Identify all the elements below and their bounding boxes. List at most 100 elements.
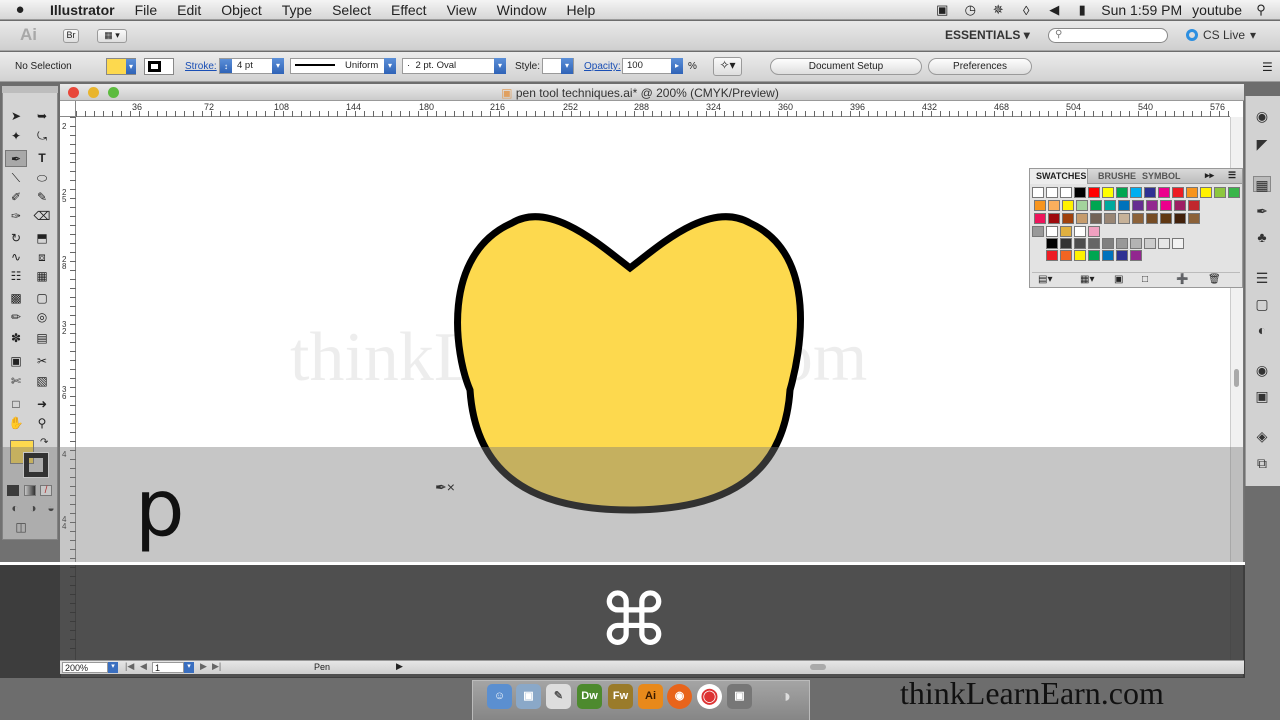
last-page-icon[interactable]: ▶| — [212, 661, 221, 672]
color-swatch[interactable] — [1088, 187, 1100, 198]
preview-icon[interactable]: ▣ — [516, 684, 541, 709]
variable-width-profile[interactable]: Uniform — [290, 58, 396, 74]
color-swatch[interactable] — [1174, 200, 1186, 211]
chevron-down-icon[interactable]: ▾ — [184, 662, 194, 673]
column-graph-tool-icon[interactable]: ▤ — [31, 330, 53, 347]
transparency-panel-icon[interactable]: ◐ — [1253, 322, 1271, 338]
rotate-tool-icon[interactable]: ↻ — [5, 230, 27, 247]
menu-select[interactable]: Select — [322, 2, 381, 18]
color-swatch[interactable] — [1130, 187, 1142, 198]
camera-icon[interactable]: ▣ — [933, 2, 951, 18]
gray-swatch[interactable] — [1046, 238, 1058, 249]
color-swatch[interactable] — [1160, 213, 1172, 224]
knife-tool-icon[interactable]: ▧ — [31, 373, 53, 390]
bright-swatch[interactable] — [1060, 250, 1072, 261]
paintbrush-tool-icon[interactable]: ✐ — [5, 189, 27, 206]
delete-swatch-icon[interactable]: 🗑 — [1208, 274, 1221, 285]
color-swatch[interactable] — [1228, 187, 1240, 198]
bright-swatch[interactable] — [1088, 250, 1100, 261]
color-swatch[interactable] — [1090, 200, 1102, 211]
slice-tool-icon[interactable]: ✂ — [31, 353, 53, 370]
slice-tool-icon-2[interactable]: ➜ — [31, 396, 53, 413]
firefox-icon[interactable]: ◉ — [667, 684, 692, 709]
battery-icon[interactable]: ▮ — [1073, 2, 1091, 18]
recolor-artwork-button[interactable]: ✧▾ — [713, 57, 742, 76]
swatch-white[interactable] — [1060, 187, 1072, 198]
clock[interactable]: Sun 1:59 PM — [1101, 2, 1182, 18]
type-tool-icon[interactable]: T — [31, 150, 53, 167]
tab-brushes[interactable]: BRUSHE — [1098, 171, 1136, 181]
gray-swatch[interactable] — [1074, 238, 1086, 249]
bridge-button[interactable]: Br — [63, 29, 79, 43]
color-swatch[interactable] — [1146, 200, 1158, 211]
bright-swatch[interactable] — [1116, 250, 1128, 261]
blob-brush-tool-icon[interactable]: ✑ — [5, 208, 27, 225]
finder-icon[interactable]: ☺ — [487, 684, 512, 709]
artboard-field[interactable]: 1 — [152, 662, 184, 673]
zoom-field[interactable]: 200% — [62, 662, 108, 673]
horizontal-ruler[interactable]: 36 72 108 144 180 216 252 288 324 360 39… — [76, 101, 1230, 117]
color-swatch[interactable] — [1214, 187, 1226, 198]
stroke-link[interactable]: Stroke: — [185, 61, 217, 72]
gray-swatch[interactable] — [1088, 238, 1100, 249]
color-swatch[interactable] — [1090, 213, 1102, 224]
spotlight-icon[interactable]: ⚲ — [1252, 2, 1270, 18]
fireworks-icon[interactable]: Fw — [608, 684, 633, 709]
apple-icon[interactable]: ● — [0, 1, 40, 18]
color-swatch[interactable] — [1076, 213, 1088, 224]
hand-tool-icon[interactable]: ✋ — [5, 415, 27, 432]
search-input[interactable]: ⚲ — [1048, 28, 1168, 43]
pattern-swatch[interactable] — [1060, 226, 1072, 237]
menu-help[interactable]: Help — [556, 2, 605, 18]
gray-swatch[interactable] — [1144, 238, 1156, 249]
bluetooth-icon[interactable]: ✵ — [989, 2, 1007, 18]
menu-effect[interactable]: Effect — [381, 2, 437, 18]
document-setup-button[interactable]: Document Setup — [770, 58, 922, 75]
color-swatch[interactable] — [1104, 213, 1116, 224]
gray-swatch[interactable] — [1102, 238, 1114, 249]
new-color-group-icon[interactable]: □ — [1142, 274, 1148, 285]
color-swatch[interactable] — [1188, 200, 1200, 211]
selection-tool-icon[interactable]: ➤ — [5, 108, 27, 125]
layers-panel-icon[interactable]: ◈ — [1253, 428, 1271, 444]
symbol-sprayer-tool-icon[interactable]: ✽ — [5, 330, 27, 347]
color-swatch[interactable] — [1200, 187, 1212, 198]
menu-edit[interactable]: Edit — [167, 2, 211, 18]
stepper-icon[interactable]: ↕ — [220, 59, 232, 73]
status-menu-icon[interactable]: ▶ — [396, 661, 403, 672]
horizontal-scroll-thumb[interactable] — [810, 664, 826, 670]
symbols-panel-icon[interactable]: ♣ — [1253, 229, 1271, 245]
workspace-switcher[interactable]: ESSENTIALS ▾ — [945, 28, 1030, 42]
gradient-tool-icon[interactable]: ▢ — [31, 290, 53, 307]
color-swatch[interactable] — [1062, 200, 1074, 211]
menu-view[interactable]: View — [437, 2, 487, 18]
color-swatch[interactable] — [1158, 187, 1170, 198]
bright-swatch[interactable] — [1046, 250, 1058, 261]
color-swatch[interactable] — [1034, 200, 1046, 211]
blend-tool-icon[interactable]: ◎ — [31, 309, 53, 326]
color-swatch[interactable] — [1160, 200, 1172, 211]
artboard-tool-icon[interactable]: ▣ — [5, 353, 27, 370]
dreamweaver-icon[interactable]: Dw — [577, 684, 602, 709]
chevron-down-icon[interactable]: ▾ — [494, 58, 506, 74]
chevron-down-icon[interactable]: ▾ — [108, 662, 118, 673]
wifi-icon[interactable]: ◊ — [1017, 3, 1035, 18]
panel-menu-icon[interactable]: ☰ — [1228, 170, 1236, 181]
gray-swatch[interactable] — [1060, 238, 1072, 249]
perspective-grid-tool-icon[interactable]: ▦ — [31, 268, 53, 285]
brushes-panel-icon[interactable]: ✒ — [1253, 203, 1271, 219]
collapse-panel-icon[interactable]: ▸▸ — [1205, 170, 1214, 181]
artboards-panel-icon[interactable]: ⧉ — [1253, 455, 1271, 471]
color-swatch[interactable] — [1174, 213, 1186, 224]
pattern-swatch[interactable] — [1074, 226, 1086, 237]
color-swatch[interactable] — [1116, 187, 1128, 198]
illustrator-icon[interactable]: Ai — [638, 684, 663, 709]
color-swatch[interactable] — [1118, 200, 1130, 211]
color-swatch[interactable] — [1118, 213, 1130, 224]
swatches-panel-icon[interactable]: ▦ — [1253, 176, 1271, 193]
magic-wand-tool-icon[interactable]: ✦ — [5, 128, 27, 145]
swatch-black[interactable] — [1074, 187, 1086, 198]
menu-object[interactable]: Object — [211, 2, 271, 18]
color-swatch[interactable] — [1186, 187, 1198, 198]
bright-swatch[interactable] — [1102, 250, 1114, 261]
